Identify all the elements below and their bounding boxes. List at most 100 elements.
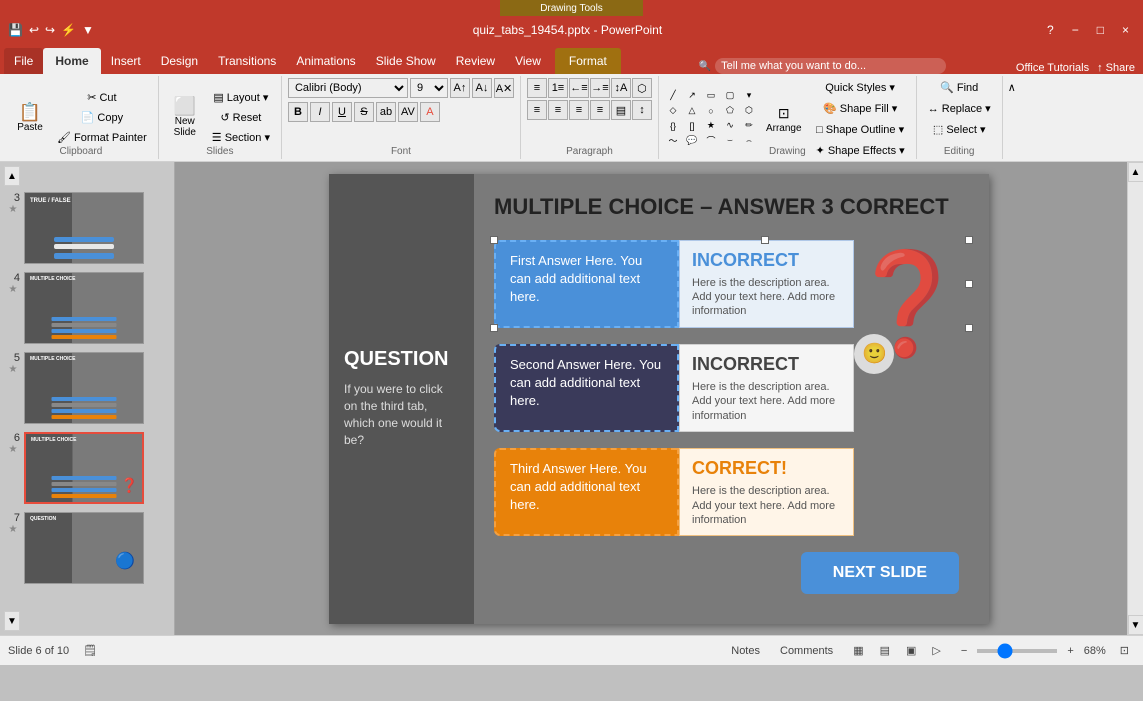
slide-thumbnail-3[interactable]: TRUE / FALSE	[24, 192, 144, 264]
slide-thumb-7[interactable]: 7 ★ QUESTION 🔵	[4, 510, 170, 586]
strikethrough-button[interactable]: S	[354, 102, 374, 122]
undo-icon[interactable]: ↩	[29, 23, 39, 37]
notes-button[interactable]: Notes	[725, 643, 766, 659]
shape-curve[interactable]: ∿	[722, 120, 738, 132]
office-tutorials-btn[interactable]: Office Tutorials	[1016, 62, 1089, 74]
shape-bracket[interactable]: {}	[665, 120, 681, 132]
slide-thumb-4[interactable]: 4 ★ MULTIPLE CHOICE	[4, 270, 170, 346]
arrange-button[interactable]: ⊡ Arrange	[761, 89, 807, 149]
font-size-increase[interactable]: A↑	[450, 78, 470, 98]
font-color-button[interactable]: A	[420, 102, 440, 122]
canvas-scroll-down[interactable]: ▼	[1128, 615, 1143, 635]
cut-button[interactable]: ✂ Cut	[52, 88, 152, 107]
slide-canvas[interactable]: QUESTION If you were to click on the thi…	[329, 174, 989, 624]
tab-design[interactable]: Design	[151, 48, 208, 74]
slide-thumb-6[interactable]: 6 ★ MULTIPLE CHOICE ❓	[4, 430, 170, 506]
shape-custom1[interactable]: ⌣	[722, 135, 738, 147]
slide-thumbnail-4[interactable]: MULTIPLE CHOICE	[24, 272, 144, 344]
line-spacing[interactable]: ↕	[632, 100, 652, 120]
help-icon[interactable]: ?	[1041, 21, 1060, 39]
next-slide-button[interactable]: NEXT SLIDE	[801, 552, 959, 594]
reading-view-btn[interactable]: ▣	[900, 642, 922, 659]
scroll-down-btn[interactable]: ▼	[4, 611, 20, 631]
slide-sorter-btn[interactable]: ▤	[874, 642, 896, 659]
bold-button[interactable]: B	[288, 102, 308, 122]
font-size-select[interactable]: 9	[410, 78, 448, 98]
shape-star[interactable]: ★	[703, 120, 719, 132]
answer-block-3[interactable]: Third Answer Here. You can add additiona…	[494, 448, 969, 536]
align-left[interactable]: ≡	[527, 100, 547, 120]
numbering-button[interactable]: 1≡	[548, 78, 568, 98]
shape-outline-button[interactable]: □ Shape Outline ▾	[811, 120, 910, 139]
slide-thumb-5[interactable]: 5 ★ MULTIPLE CHOICE	[4, 350, 170, 426]
convert-to-smartart[interactable]: ⬡	[632, 78, 652, 98]
close-btn[interactable]: ×	[1116, 21, 1135, 39]
copy-button[interactable]: 📄 Copy	[52, 108, 152, 127]
tab-format[interactable]: Format	[555, 48, 621, 74]
fit-window-btn[interactable]: ⊡	[1114, 642, 1135, 659]
shape-hex[interactable]: ⬡	[741, 105, 757, 117]
shape-more[interactable]: ▾	[741, 90, 757, 102]
align-center[interactable]: ≡	[548, 100, 568, 120]
shape-custom2[interactable]: ⌢	[741, 135, 757, 147]
shape-circle[interactable]: ○	[703, 105, 719, 117]
quick-styles-button[interactable]: Quick Styles ▾	[811, 78, 910, 97]
shape-brace[interactable]: []	[684, 120, 700, 132]
collapse-ribbon-button[interactable]: ∧	[1003, 78, 1021, 97]
new-slide-button[interactable]: ⬜ NewSlide	[165, 88, 205, 148]
align-right[interactable]: ≡	[569, 100, 589, 120]
tab-slideshow[interactable]: Slide Show	[366, 48, 446, 74]
tab-transitions[interactable]: Transitions	[208, 48, 286, 74]
find-button[interactable]: 🔍 Find	[935, 78, 983, 97]
shape-callout[interactable]: 💬	[684, 135, 700, 147]
tab-animations[interactable]: Animations	[286, 48, 365, 74]
font-size-decrease[interactable]: A↓	[472, 78, 492, 98]
section-button[interactable]: ☰ Section ▾	[207, 128, 275, 147]
tab-review[interactable]: Review	[446, 48, 505, 74]
text-direction[interactable]: ↕A	[611, 78, 631, 98]
maximize-btn[interactable]: □	[1091, 21, 1110, 39]
columns[interactable]: ▤	[611, 100, 631, 120]
shape-line[interactable]: ╱	[665, 90, 681, 102]
normal-view-btn[interactable]: ▦	[847, 642, 869, 659]
zoom-slider[interactable]	[977, 649, 1057, 653]
save-icon[interactable]: 💾	[8, 23, 23, 37]
zoom-in-btn[interactable]: +	[1061, 643, 1079, 659]
shadow-button[interactable]: ab	[376, 102, 396, 122]
increase-indent[interactable]: →≡	[590, 78, 610, 98]
shape-freeform[interactable]: ✏	[741, 120, 757, 132]
shape-fill-button[interactable]: 🎨 Shape Fill ▾	[811, 99, 910, 118]
slide-thumbnail-5[interactable]: MULTIPLE CHOICE	[24, 352, 144, 424]
shape-ribbon[interactable]: ⌒	[703, 135, 719, 147]
tab-file[interactable]: File	[4, 48, 43, 74]
tab-home[interactable]: Home	[43, 48, 100, 74]
layout-button[interactable]: ▤ Layout ▾	[207, 88, 275, 107]
decrease-indent[interactable]: ←≡	[569, 78, 589, 98]
font-name-select[interactable]: Calibri (Body)	[288, 78, 408, 98]
slide-thumb-3[interactable]: 3 ★ TRUE / FALSE	[4, 190, 170, 266]
tell-me-input[interactable]: Tell me what you want to do...	[715, 58, 946, 74]
bullets-button[interactable]: ≡	[527, 78, 547, 98]
shape-triangle[interactable]: △	[684, 105, 700, 117]
replace-button[interactable]: ↔ Replace ▾	[923, 99, 996, 118]
shape-rect[interactable]: ▭	[703, 90, 719, 102]
shape-diamond[interactable]: ◇	[665, 105, 681, 117]
shape-wave[interactable]: 〜	[665, 135, 681, 147]
dropdown-icon[interactable]: ▼	[82, 23, 94, 37]
share-btn[interactable]: ↑ Share	[1097, 62, 1135, 74]
redo-icon[interactable]: ↪	[45, 23, 55, 37]
slide-notes-accessibility[interactable]: 🗒	[77, 642, 103, 659]
slideshow-btn[interactable]: ▷	[926, 642, 946, 659]
zoom-out-btn[interactable]: −	[955, 643, 973, 659]
justify[interactable]: ≡	[590, 100, 610, 120]
tab-view[interactable]: View	[505, 48, 551, 74]
format-painter-button[interactable]: 🖌 Format Painter	[52, 128, 152, 147]
select-button[interactable]: ⬚ Select ▾	[928, 120, 991, 139]
shape-roundrect[interactable]: ▢	[722, 90, 738, 102]
slide-thumbnail-6[interactable]: MULTIPLE CHOICE ❓	[24, 432, 144, 504]
comments-button[interactable]: Comments	[774, 643, 839, 659]
minimize-btn[interactable]: −	[1066, 21, 1085, 39]
slide-thumbnail-7[interactable]: QUESTION 🔵	[24, 512, 144, 584]
scroll-up-btn[interactable]: ▲	[4, 166, 20, 186]
shape-pentagon[interactable]: ⬠	[722, 105, 738, 117]
